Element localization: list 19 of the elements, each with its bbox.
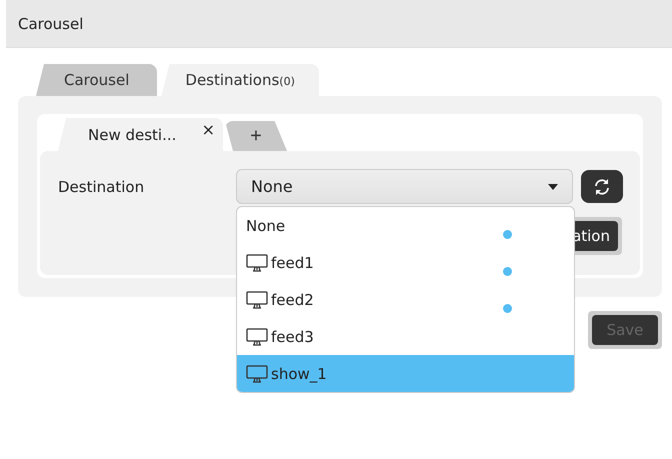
- monitor-icon: [246, 254, 268, 272]
- refresh-button[interactable]: [581, 170, 623, 203]
- destination-select[interactable]: None: [236, 169, 573, 204]
- refresh-icon: [592, 176, 612, 196]
- add-tab[interactable]: +: [225, 121, 287, 151]
- dropdown-option[interactable]: show_1: [237, 355, 574, 392]
- page-title: Carousel: [18, 14, 84, 32]
- monitor-icon: [246, 364, 268, 382]
- dropdown-option[interactable]: None: [237, 207, 574, 244]
- destination-tab[interactable]: New desti... ×: [58, 118, 223, 151]
- close-icon[interactable]: ×: [202, 120, 215, 139]
- dropdown-option[interactable]: feed3: [237, 318, 574, 355]
- monitor-icon: [246, 290, 268, 308]
- tab[interactable]: Carousel: [36, 64, 158, 96]
- field-label: Destination: [57, 178, 146, 196]
- caret-icon: [548, 184, 558, 190]
- tab[interactable]: Destinations(0): [161, 64, 319, 96]
- monitor-icon: [246, 328, 268, 346]
- tab-label: New desti...: [88, 126, 176, 144]
